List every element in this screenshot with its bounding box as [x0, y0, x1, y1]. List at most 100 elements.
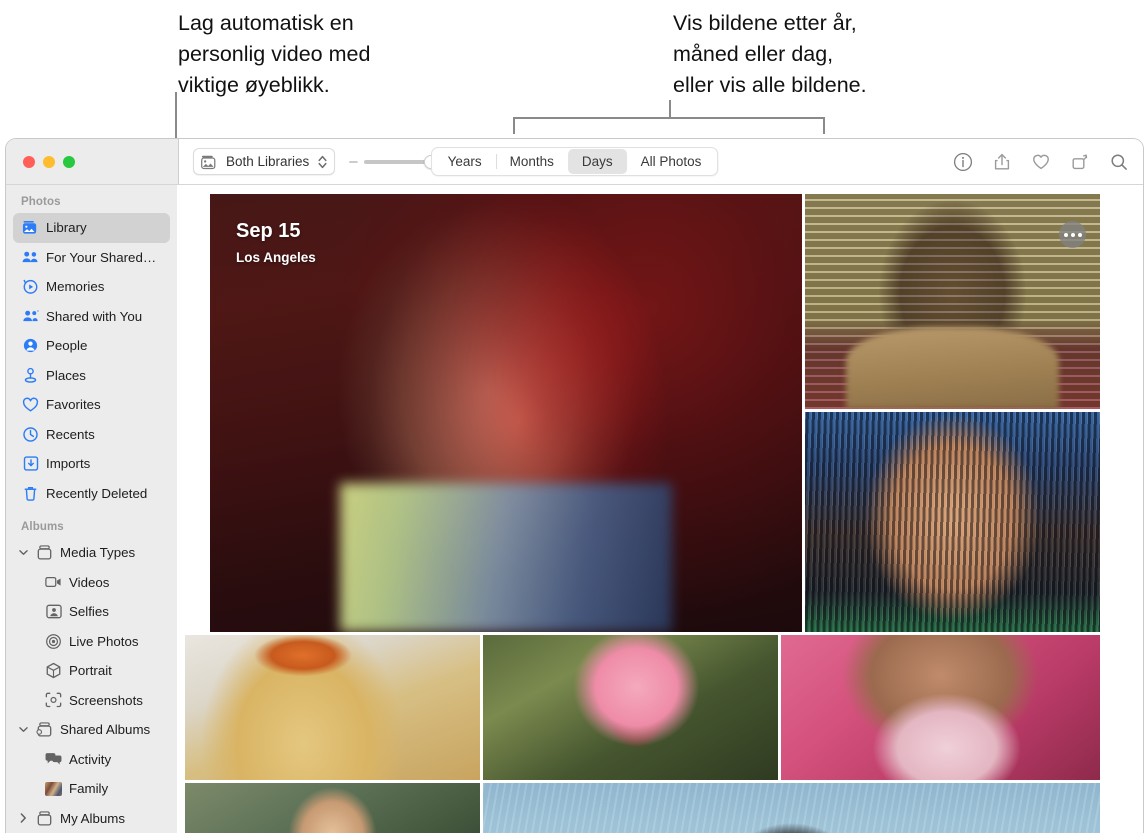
video-icon	[45, 574, 62, 591]
hero-date-label: Sep 15	[236, 220, 301, 242]
activity-icon	[45, 751, 62, 768]
toolbar: Both Libraries – +	[6, 139, 1143, 185]
chevron-up-down-icon	[318, 155, 327, 169]
photo-bubblegum[interactable]	[781, 635, 1100, 780]
screenshot-icon	[45, 692, 62, 709]
sidebar-item-label: Activity	[69, 751, 112, 767]
sidebar-item-label: Live Photos	[69, 633, 139, 649]
more-options-button[interactable]	[1059, 221, 1086, 248]
album-thumbnail	[45, 780, 62, 797]
person-circle-icon	[22, 337, 39, 354]
tab-all-photos[interactable]: All Photos	[627, 149, 716, 174]
window-controls	[6, 155, 178, 168]
sidebar-item-label: Videos	[69, 574, 110, 590]
library-popup-label: Both Libraries	[226, 154, 310, 169]
memories-icon	[22, 278, 39, 295]
shared-with-you-icon	[22, 308, 39, 325]
photo-hero-portrait-red[interactable]: Sep 15 Los Angeles	[210, 194, 802, 632]
sidebar-item-shared-with-you[interactable]: Shared with You	[13, 302, 170, 332]
zoom-out-label[interactable]: –	[349, 153, 357, 170]
tab-months[interactable]: Months	[495, 149, 568, 174]
sidebar-section-albums-title: Albums	[21, 521, 64, 533]
callout-text-left: Lag automatisk en personlig video med vi…	[178, 11, 371, 97]
heart-icon[interactable]	[1031, 152, 1051, 172]
album-icon	[36, 544, 53, 561]
search-icon[interactable]	[1109, 152, 1129, 172]
close-button[interactable]	[23, 155, 35, 168]
sidebar-item-label: Portrait	[69, 663, 112, 679]
rotate-icon[interactable]	[1070, 152, 1090, 172]
zoom-slider-track[interactable]	[364, 154, 439, 169]
sidebar-item-label: Screenshots	[69, 692, 143, 708]
sidebar-item-people[interactable]: People	[13, 331, 170, 361]
sidebar-section-photos-title: Photos	[21, 196, 61, 208]
sidebar-item-label: Shared Albums	[60, 722, 151, 738]
sidebar-item-my-albums[interactable]: My Albums	[13, 804, 170, 833]
sidebar-item-library[interactable]: Library	[13, 213, 170, 243]
photo-blinds-portrait[interactable]	[805, 194, 1100, 409]
sidebar-item-label: Imports	[46, 456, 91, 472]
sidebar-item-videos[interactable]: Videos	[13, 568, 170, 598]
sidebar-item-places[interactable]: Places	[13, 361, 170, 391]
sidebar-item-for-your-shared[interactable]: For Your Shared…	[13, 243, 170, 273]
share-icon[interactable]	[992, 152, 1012, 172]
photo-grid: Sep 15 Los Angeles	[177, 185, 1143, 833]
leader-bracket-tick-left	[513, 117, 515, 134]
people-group-icon	[22, 249, 39, 266]
sidebar-item-imports[interactable]: Imports	[13, 449, 170, 479]
sidebar-item-label: People	[46, 338, 88, 354]
chevron-down-icon[interactable]	[18, 726, 29, 733]
sidebar-item-favorites[interactable]: Favorites	[13, 390, 170, 420]
sidebar-item-label: My Albums	[60, 810, 126, 826]
sidebar: Photos Library For Your Shared… Memories…	[6, 185, 177, 833]
library-popup-button[interactable]: Both Libraries	[193, 148, 336, 175]
sidebar-item-label: Selfies	[69, 604, 109, 620]
photo-beaded-hair[interactable]	[185, 635, 480, 780]
sidebar-item-media-types[interactable]: Media Types	[13, 538, 170, 568]
selfie-icon	[45, 603, 62, 620]
sidebar-item-label: Places	[46, 367, 86, 383]
view-mode-segmented-control[interactable]: Years Months Days All Photos	[430, 147, 719, 176]
info-icon[interactable]	[953, 152, 973, 172]
sidebar-item-live-photos[interactable]: Live Photos	[13, 627, 170, 657]
photo-laughing-woman[interactable]	[185, 783, 480, 833]
zoom-button[interactable]	[63, 155, 75, 168]
photos-library-icon	[201, 154, 219, 170]
photo-pink-afro[interactable]	[483, 635, 778, 780]
sidebar-item-label: For Your Shared…	[46, 249, 157, 265]
library-icon	[22, 219, 39, 236]
sidebar-item-recents[interactable]: Recents	[13, 420, 170, 450]
sidebar-item-portrait[interactable]: Portrait	[13, 656, 170, 686]
leader-line-right-stem	[669, 100, 671, 118]
sidebar-item-selfies[interactable]: Selfies	[13, 597, 170, 627]
trash-icon	[22, 485, 39, 502]
leader-line-right-bracket	[513, 117, 825, 119]
sidebar-item-shared-albums[interactable]: Shared Albums	[13, 715, 170, 745]
toolbar-content: Both Libraries – +	[178, 139, 1143, 184]
map-pin-icon	[22, 367, 39, 384]
chevron-down-icon[interactable]	[18, 549, 29, 556]
minimize-button[interactable]	[43, 155, 55, 168]
chevron-right-icon[interactable]	[18, 813, 29, 823]
live-photo-icon	[45, 633, 62, 650]
heart-icon	[22, 396, 39, 413]
clock-icon	[22, 426, 39, 443]
sidebar-item-label: Media Types	[60, 545, 136, 561]
sidebar-item-screenshots[interactable]: Screenshots	[13, 686, 170, 716]
portrait-cube-icon	[45, 662, 62, 679]
sidebar-item-recently-deleted[interactable]: Recently Deleted	[13, 479, 170, 509]
sidebar-item-activity[interactable]: Activity	[13, 745, 170, 775]
sidebar-item-memories[interactable]: Memories	[13, 272, 170, 302]
sidebar-item-label: Favorites	[46, 397, 101, 413]
sidebar-item-family[interactable]: Family	[13, 774, 170, 804]
toolbar-actions	[953, 152, 1129, 172]
tab-days[interactable]: Days	[567, 149, 627, 174]
photo-water-drip-portrait[interactable]	[805, 412, 1100, 632]
sidebar-item-label: Recently Deleted	[46, 485, 148, 501]
tab-years[interactable]: Years	[434, 149, 496, 174]
photo-swimmer-water[interactable]	[483, 783, 1100, 833]
leader-bracket-tick-right	[823, 117, 825, 134]
photos-app-window: Both Libraries – +	[5, 138, 1144, 833]
callout-text-right: Vis bildene etter år, måned eller dag, e…	[673, 11, 867, 97]
sidebar-item-label: Library	[46, 220, 87, 236]
